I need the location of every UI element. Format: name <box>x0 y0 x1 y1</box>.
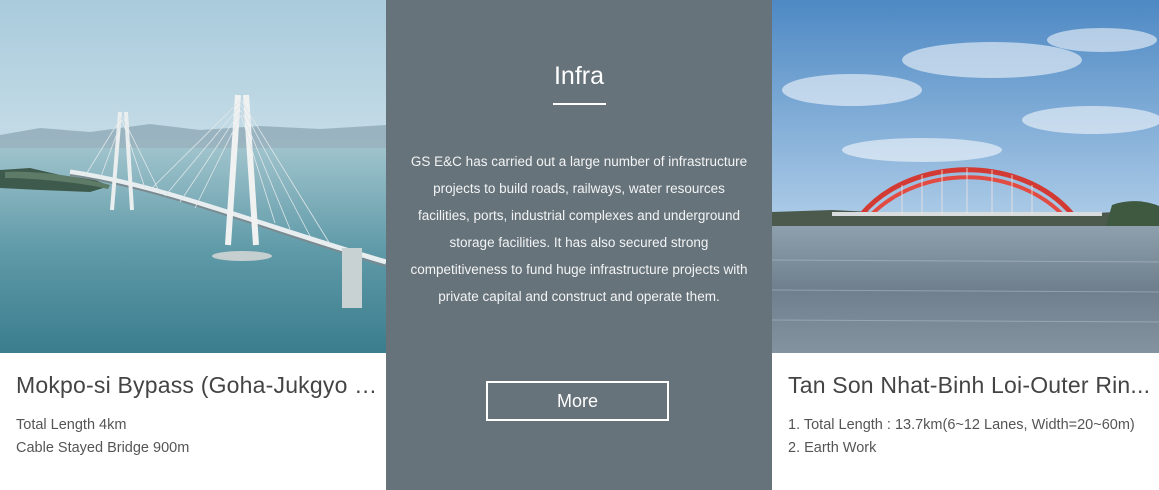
category-heading: Infra <box>553 62 605 90</box>
detail-line: 2. Earth Work <box>788 440 877 456</box>
heading-underline <box>553 103 606 105</box>
project-title[interactable]: Mokpo-si Bypass (Goha-Jukgyo C... <box>16 372 380 399</box>
project-details: Total Length 4km Cable Stayed Bridge 900… <box>16 414 189 460</box>
detail-line: 1. Total Length : 13.7km(6~12 Lanes, Wid… <box>788 417 1135 433</box>
project-details: 1. Total Length : 13.7km(6~12 Lanes, Wid… <box>788 414 1135 460</box>
project-card-mokpo[interactable]: Mokpo-si Bypass (Goha-Jukgyo C... Total … <box>0 0 386 490</box>
detail-line: Total Length 4km <box>16 417 127 433</box>
arch-bridge-photo[interactable] <box>772 0 1159 353</box>
project-title[interactable]: Tan Son Nhat-Binh Loi-Outer Rin... <box>788 372 1153 399</box>
cable-stayed-bridge-photo[interactable] <box>0 0 386 353</box>
project-row: Mokpo-si Bypass (Goha-Jukgyo C... Total … <box>0 0 1159 490</box>
category-panel-infra: Infra GS E&C has carried out a large num… <box>386 0 772 490</box>
detail-line: Cable Stayed Bridge 900m <box>16 440 190 456</box>
project-card-tan-son-nhat[interactable]: Tan Son Nhat-Binh Loi-Outer Rin... 1. To… <box>772 0 1159 490</box>
category-description: GS E&C has carried out a large number of… <box>410 154 748 304</box>
more-button[interactable]: More <box>486 381 669 421</box>
